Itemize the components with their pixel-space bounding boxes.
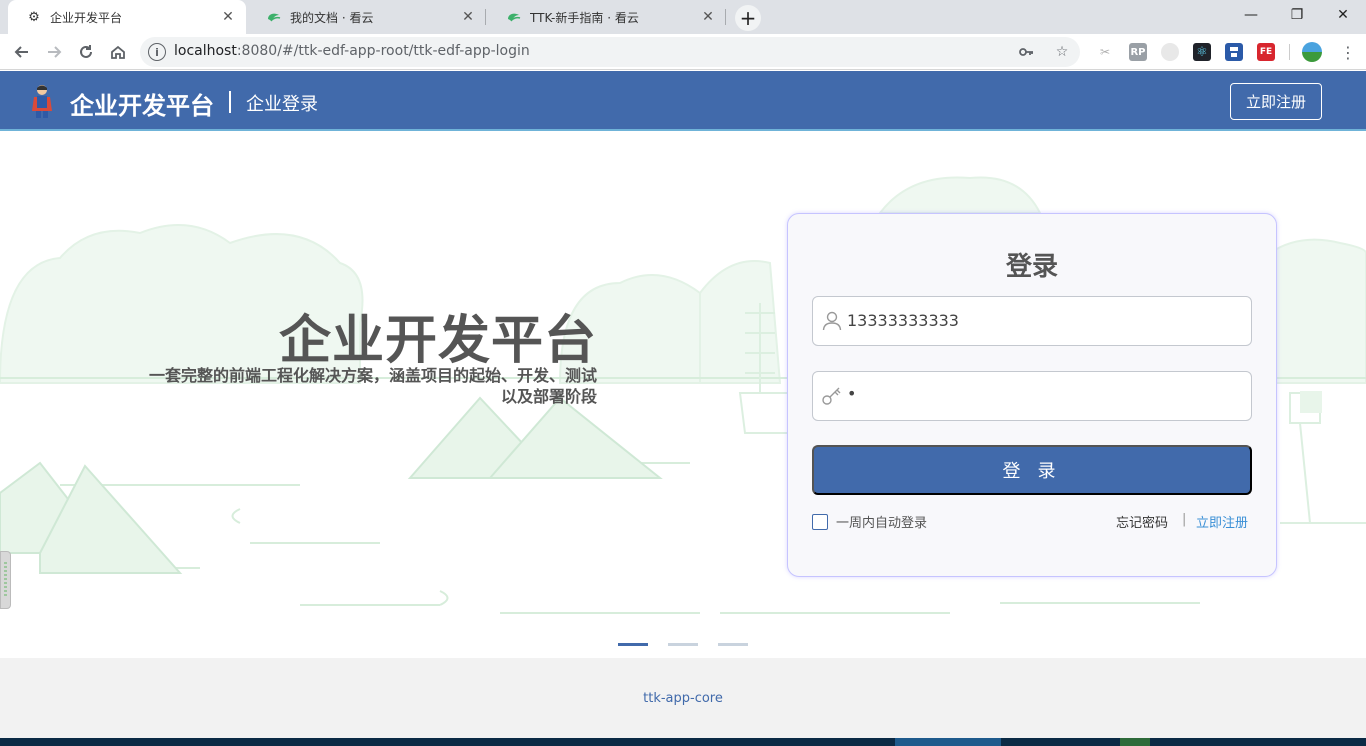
os-taskbar bbox=[0, 738, 1366, 746]
login-form: 登录 13333333333 • 登 录 一周内自动登录 忘记密码 | 立即注册 bbox=[787, 213, 1277, 577]
restore-button[interactable]: ❐ bbox=[1274, 0, 1320, 30]
tab-title: 我的文档 · 看云 bbox=[290, 10, 374, 25]
header-register-button[interactable]: 立即注册 bbox=[1230, 83, 1322, 120]
forward-icon[interactable] bbox=[40, 38, 68, 66]
new-tab-button[interactable]: + bbox=[735, 5, 761, 31]
gear-icon: ⚙ bbox=[28, 9, 40, 25]
close-icon[interactable]: ✕ bbox=[220, 9, 236, 25]
remember-checkbox[interactable] bbox=[812, 513, 828, 530]
brand-title: 企业开发平台 bbox=[70, 92, 214, 120]
url-path: :8080/#/ttk-edf-app-root/ttk-edf-app-log… bbox=[236, 43, 530, 59]
login-button[interactable]: 登 录 bbox=[812, 445, 1252, 495]
back-icon[interactable] bbox=[8, 38, 36, 66]
side-drag-handle[interactable] bbox=[0, 551, 11, 609]
carousel-dot[interactable] bbox=[718, 643, 748, 646]
avatar[interactable] bbox=[1302, 42, 1322, 62]
fe-extension-icon[interactable]: FE bbox=[1257, 43, 1275, 61]
hero-title: 企业开发平台 bbox=[278, 311, 597, 371]
browser-toolbar: i localhost:8080/#/ttk-edf-app-root/ttk-… bbox=[0, 34, 1366, 70]
page-footer: ttk-app-core bbox=[0, 658, 1366, 738]
save-extension-icon[interactable] bbox=[1225, 43, 1243, 61]
superhero-logo-icon bbox=[32, 85, 52, 118]
hero-description-line-2: 以及部署阶段 bbox=[500, 387, 597, 406]
page-subtitle: 企业登录 bbox=[246, 94, 318, 115]
carousel-dot[interactable] bbox=[618, 643, 648, 646]
link-separator: | bbox=[1182, 512, 1187, 527]
kancloud-icon bbox=[506, 9, 522, 25]
phone-value: 13333333333 bbox=[847, 311, 959, 330]
remember-label: 一周内自动登录 bbox=[836, 516, 928, 531]
user-icon bbox=[822, 311, 842, 331]
key-icon[interactable] bbox=[1016, 42, 1036, 62]
toolbar-divider bbox=[1289, 44, 1290, 60]
taskbar-active-item[interactable] bbox=[895, 738, 1001, 746]
react-devtools-icon[interactable]: ⚛ bbox=[1193, 43, 1211, 61]
rp-extension-icon[interactable]: RP bbox=[1129, 43, 1147, 61]
login-title: 登录 bbox=[1005, 252, 1058, 282]
carousel-dot[interactable] bbox=[668, 643, 698, 646]
phone-input[interactable]: 13333333333 bbox=[812, 296, 1252, 346]
tab-ttk-guide[interactable]: TTK-新手指南 · 看云 ✕ bbox=[488, 0, 726, 34]
home-icon[interactable] bbox=[104, 38, 132, 66]
app-header: 企业开发平台 企业登录 立即注册 bbox=[0, 71, 1366, 131]
menu-icon[interactable]: ⋮ bbox=[1334, 38, 1362, 66]
reload-icon[interactable] bbox=[72, 38, 100, 66]
forgot-password-link[interactable]: 忘记密码 bbox=[1116, 512, 1168, 531]
tab-enterprise-platform[interactable]: ⚙ 企业开发平台 ✕ bbox=[8, 0, 246, 34]
password-value: • bbox=[847, 384, 857, 403]
password-input[interactable]: • bbox=[812, 371, 1252, 421]
register-link[interactable]: 立即注册 bbox=[1196, 512, 1248, 531]
browser-tab-bar: ⚙ 企业开发平台 ✕ 我的文档 · 看云 ✕ TTK-新手指南 · 看云 ✕ +… bbox=[0, 0, 1366, 34]
close-icon[interactable]: ✕ bbox=[700, 9, 716, 25]
address-bar[interactable]: i localhost:8080/#/ttk-edf-app-root/ttk-… bbox=[140, 37, 1080, 67]
tab-my-docs[interactable]: 我的文档 · 看云 ✕ bbox=[248, 0, 486, 34]
hero-description: 一套完整的前端工程化解决方案，涵盖项目的起始、开发、测试 以及部署阶段 bbox=[100, 365, 597, 407]
remember-me[interactable]: 一周内自动登录 bbox=[812, 512, 927, 531]
extension-grey-icon[interactable]: ✂ bbox=[1096, 43, 1114, 61]
window-close-button[interactable]: ✕ bbox=[1320, 0, 1366, 30]
url-host: localhost bbox=[174, 43, 237, 59]
info-icon[interactable]: i bbox=[148, 43, 166, 61]
tab-title: TTK-新手指南 · 看云 bbox=[530, 10, 639, 25]
circle-extension-icon[interactable] bbox=[1161, 43, 1179, 61]
tab-title: 企业开发平台 bbox=[50, 10, 123, 25]
star-icon[interactable]: ☆ bbox=[1052, 42, 1072, 62]
header-divider bbox=[229, 91, 231, 113]
close-icon[interactable]: ✕ bbox=[460, 9, 476, 25]
minimize-button[interactable]: — bbox=[1228, 0, 1274, 30]
kancloud-icon bbox=[266, 9, 282, 25]
hero-description-line-1: 一套完整的前端工程化解决方案，涵盖项目的起始、开发、测试 bbox=[148, 366, 597, 385]
key-icon bbox=[822, 387, 841, 405]
url-text: localhost:8080/#/ttk-edf-app-root/ttk-ed… bbox=[174, 43, 530, 59]
taskbar-item[interactable] bbox=[1120, 738, 1150, 746]
carousel-indicators bbox=[618, 643, 748, 646]
footer-text: ttk-app-core bbox=[643, 691, 723, 706]
